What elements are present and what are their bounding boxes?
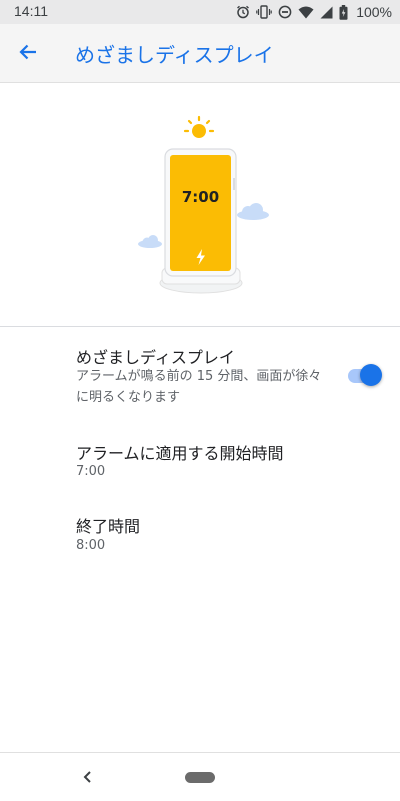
setting-value: 7:00 <box>76 464 106 479</box>
battery-icon <box>339 4 348 20</box>
phone-on-stand: 7:00 <box>164 148 237 277</box>
setting-title: めざましディスプレイ <box>76 348 235 367</box>
dnd-icon <box>278 5 292 19</box>
arrow-back-icon <box>18 42 38 66</box>
toggle-thumb <box>360 364 382 386</box>
setting-value: 8:00 <box>76 538 106 553</box>
app-bar: めざましディスプレイ <box>0 24 400 83</box>
setting-summary: アラームが鳴る前の 15 分間、画面が徐々に明るくなります <box>76 369 322 405</box>
divider <box>0 326 400 327</box>
vibrate-icon <box>256 5 272 19</box>
alarm-icon <box>236 5 250 19</box>
illustration-clock: 7:00 <box>182 188 219 206</box>
nav-back-icon[interactable] <box>78 767 98 787</box>
sun-icon <box>183 115 215 138</box>
status-icons: 100% <box>236 4 392 20</box>
wake-display-illustration: 7:00 <box>0 83 400 326</box>
nav-home-pill[interactable] <box>185 772 215 783</box>
signal-icon <box>320 6 333 19</box>
wifi-icon <box>298 6 314 19</box>
page-title: めざましディスプレイ <box>75 43 274 67</box>
back-button[interactable] <box>10 36 46 72</box>
status-time: 14:11 <box>14 3 48 19</box>
setting-title: 終了時間 <box>76 517 141 536</box>
battery-percent: 100% <box>356 4 392 20</box>
navigation-bar <box>0 752 400 801</box>
status-bar: 14:11 100% <box>0 0 400 24</box>
wake-display-toggle[interactable] <box>346 362 382 388</box>
